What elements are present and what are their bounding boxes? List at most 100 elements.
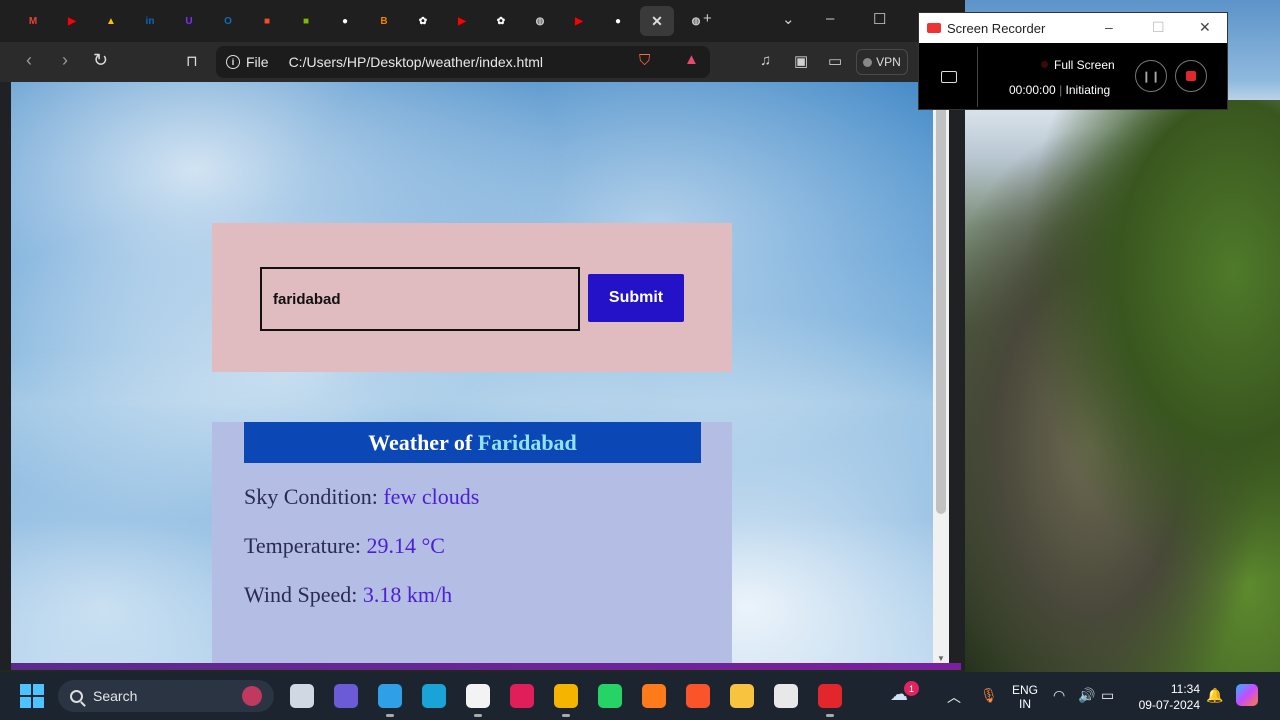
browser-tab[interactable]: ▲ (94, 6, 128, 36)
wallet-icon[interactable]: ▭ (828, 52, 842, 70)
weather-notification-badge: 1 (904, 681, 919, 696)
city-input[interactable] (260, 267, 580, 331)
browser-tab[interactable]: U (172, 6, 206, 36)
browser-tab[interactable]: ▶ (445, 6, 479, 36)
slack-icon[interactable] (510, 684, 534, 708)
lang-top: ENG (1012, 683, 1039, 697)
scheme-label: File (246, 54, 269, 70)
unstop-icon: U (185, 15, 193, 27)
vpn-button[interactable]: VPN (856, 49, 908, 75)
back-button[interactable]: ‹ (26, 50, 32, 71)
taskbar-search[interactable]: Search (58, 680, 274, 712)
recorder-maximize-button[interactable]: ☐ (1152, 19, 1165, 36)
microphone-icon[interactable]: 🎙 (980, 687, 998, 704)
browser-tab[interactable]: ▶ (562, 6, 596, 36)
whatsapp-icon[interactable] (598, 684, 622, 708)
recorder-minimize-button[interactable]: – (1105, 19, 1113, 35)
youtube-icon: ▶ (575, 15, 583, 27)
sky-label: Sky Condition: (244, 484, 384, 509)
close-tab-icon[interactable]: ✕ (649, 13, 666, 30)
forward-button[interactable]: › (62, 50, 68, 71)
tab-search-chevron-icon[interactable]: ⌄ (782, 10, 795, 28)
browser-tab[interactable]: ▶ (55, 6, 89, 36)
screen-recorder-icon[interactable] (818, 684, 842, 717)
address-bar[interactable]: i File C:/Users/HP/Desktop/weather/index… (216, 46, 710, 78)
browser-tab[interactable]: ● (328, 6, 362, 36)
start-button[interactable] (20, 684, 44, 708)
minimize-button[interactable]: – (826, 10, 834, 27)
media-icon[interactable]: ♫ (760, 52, 771, 69)
brave-icon[interactable] (686, 684, 710, 708)
pause-button[interactable]: ❙❙ (1135, 60, 1167, 92)
vscode-icon[interactable] (378, 684, 402, 717)
browser-tab[interactable]: ● (601, 6, 635, 36)
site-info-icon[interactable]: i (226, 55, 240, 69)
browser-tab[interactable]: ■ (289, 6, 323, 36)
bookmark-icon[interactable]: ⊓ (186, 52, 198, 70)
recorder-status: Initiating (1065, 83, 1111, 97)
chatgpt-icon: ✿ (418, 15, 428, 27)
search-form-card: Submit (212, 223, 732, 372)
stop-button[interactable] (1175, 60, 1207, 92)
headphones-app-icon[interactable] (642, 684, 666, 708)
github-icon: ● (341, 15, 349, 27)
recorder-app-icon (927, 23, 941, 33)
youtube-icon: ▶ (68, 15, 76, 27)
language-indicator[interactable]: ENG IN (1012, 683, 1038, 711)
browser-tab[interactable]: in (133, 6, 167, 36)
browser-toolbar: ‹ › ↻ ⊓ i File C:/Users/HP/Desktop/weath… (0, 42, 965, 82)
screen-recorder-window: Screen Recorder – ☐ ✕ Full Screen 00:00:… (918, 12, 1228, 110)
browser-tab[interactable]: M (16, 6, 50, 36)
scroll-down-arrow-icon[interactable]: ▼ (937, 654, 945, 663)
chrome-icon[interactable] (554, 684, 578, 717)
scrollbar-thumb[interactable] (936, 90, 946, 514)
blogger-icon: B (380, 15, 388, 27)
copilot-icon[interactable] (1236, 684, 1258, 706)
maximize-button[interactable]: ☐ (873, 10, 886, 28)
brave-rewards-icon[interactable]: ▲ (684, 51, 699, 68)
vpn-status-icon (863, 57, 873, 67)
linkedin-icon: in (145, 15, 155, 27)
sidebar-icon[interactable]: ▣ (794, 52, 808, 70)
file-explorer-icon[interactable] (730, 684, 754, 708)
reload-icon[interactable]: ↻ (93, 50, 108, 71)
notepad-icon[interactable] (466, 684, 490, 717)
window-bottom-edge (11, 663, 961, 670)
snipping-tool-icon[interactable] (774, 684, 798, 708)
recorder-titlebar: Screen Recorder – ☐ ✕ (919, 13, 1227, 43)
browser-tab[interactable]: ✿ (484, 6, 518, 36)
battery-icon[interactable]: ▭ (1101, 687, 1114, 704)
new-tab-button[interactable]: + (703, 10, 712, 27)
edge-icon[interactable] (422, 684, 446, 708)
wifi-icon[interactable]: ◠ (1053, 687, 1065, 704)
vpn-label: VPN (876, 55, 901, 69)
window-edge (949, 82, 965, 670)
browser-tab[interactable]: ✿ (406, 6, 440, 36)
browser-window: M ▶ ▲ in U O ■ ■ ● B ✿ ▶ ✿ ◍ ▶ ● ✕ ◍ + ⌄ – ☐ ‹ › ↻ ⊓ i Fi… (0, 0, 965, 670)
url-text[interactable]: C:/Users/HP/Desktop/weather/index.html (289, 54, 543, 70)
globe-icon: ◍ (535, 15, 545, 27)
heading-prefix: Weather of (368, 430, 478, 455)
browser-tab[interactable]: B (367, 6, 401, 36)
stop-icon (1186, 71, 1196, 81)
page-scrollbar[interactable]: ▼ (933, 82, 949, 665)
browser-tab[interactable]: ◍ (523, 6, 557, 36)
microsoft-icon: ■ (263, 15, 271, 27)
meet-icon[interactable] (334, 684, 358, 708)
chatgpt-icon: ✿ (496, 15, 506, 27)
show-hidden-icons-chevron-icon[interactable]: ︿ (947, 687, 961, 707)
recorder-time-value: 00:00:00 (1009, 83, 1056, 97)
notification-bell-icon[interactable]: 🔔 (1206, 687, 1223, 704)
task-view-icon[interactable] (290, 684, 314, 708)
folder-icon[interactable] (941, 71, 957, 83)
recorder-close-button[interactable]: ✕ (1199, 19, 1211, 36)
active-tab[interactable]: ✕ (640, 6, 674, 36)
browser-tab[interactable]: O (211, 6, 245, 36)
lang-bottom: IN (1019, 697, 1031, 711)
volume-icon[interactable]: 🔊 (1078, 687, 1095, 704)
recorder-time: 00:00:00 | Initiating (1009, 83, 1111, 97)
submit-button[interactable]: Submit (588, 274, 684, 322)
clock[interactable]: 11:34 09-07-2024 (1130, 681, 1200, 713)
browser-tab[interactable]: ■ (250, 6, 284, 36)
brave-shield-icon[interactable]: ⛉ (639, 52, 650, 69)
